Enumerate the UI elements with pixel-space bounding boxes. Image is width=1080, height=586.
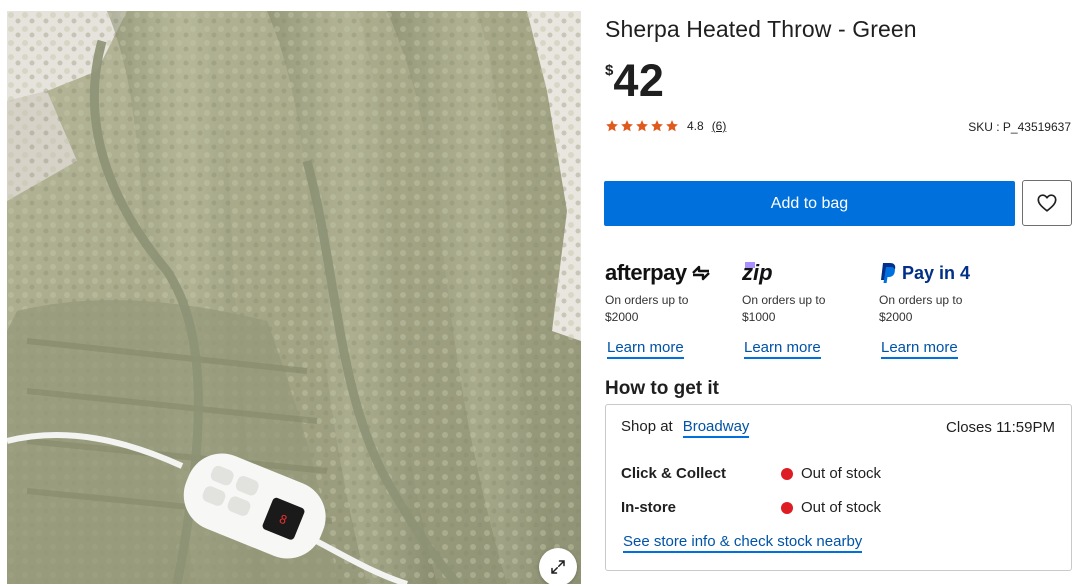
- currency-symbol: $: [605, 62, 614, 79]
- review-count-link[interactable]: (6): [712, 119, 727, 133]
- click-collect-row: Click & Collect Out of stock: [621, 465, 881, 482]
- shop-at-label: Shop at: [621, 418, 673, 435]
- heated-throw-photo: 8: [7, 11, 581, 584]
- product-price: $ 42: [605, 58, 664, 104]
- star-icon: [606, 120, 618, 132]
- fulfilment-panel: Shop at Broadway Closes 11:59PM Click & …: [605, 404, 1072, 571]
- product-title: Sherpa Heated Throw - Green: [605, 16, 917, 42]
- zip-accent-icon: [744, 262, 755, 268]
- zip-description: On orders up to $1000: [742, 293, 826, 324]
- zip-logo: zip: [742, 258, 872, 288]
- payment-option-paypal: Pay in 4 On orders up to $2000 Learn mor…: [879, 258, 1009, 359]
- store-info-link[interactable]: See store info & check stock nearby: [623, 533, 863, 553]
- rating-stars: [605, 119, 679, 133]
- price-amount: 42: [613, 55, 665, 106]
- heart-icon: [1037, 194, 1057, 212]
- in-store-status: Out of stock: [781, 499, 881, 516]
- store-closing-time: Closes 11:59PM: [946, 419, 1055, 436]
- shop-at: Shop at Broadway: [621, 418, 750, 438]
- add-to-bag-button[interactable]: Add to bag: [604, 181, 1015, 226]
- afterpay-learn-more-link[interactable]: Learn more: [607, 339, 684, 359]
- expand-image-button[interactable]: [539, 548, 577, 584]
- afterpay-logo: afterpay: [605, 258, 735, 288]
- in-store-label: In-store: [621, 499, 677, 516]
- afterpay-arrows-icon: [691, 265, 710, 281]
- zip-learn-more-link[interactable]: Learn more: [744, 339, 821, 359]
- star-icon: [651, 120, 663, 132]
- paypal-icon: [881, 263, 896, 283]
- store-name-link[interactable]: Broadway: [682, 418, 750, 438]
- product-image: 8: [7, 11, 581, 584]
- sku-label: SKU : P_43519637: [968, 120, 1071, 134]
- how-to-get-it-heading: How to get it: [605, 378, 719, 399]
- paypal-description: On orders up to $2000: [879, 293, 963, 324]
- afterpay-description: On orders up to $2000: [605, 293, 689, 324]
- wishlist-button[interactable]: [1022, 180, 1072, 226]
- in-store-row: In-store Out of stock: [621, 499, 881, 516]
- out-of-stock-dot-icon: [781, 467, 793, 480]
- out-of-stock-dot-icon: [781, 501, 793, 514]
- click-collect-status: Out of stock: [781, 465, 881, 482]
- payment-option-afterpay: afterpay On orders up to $2000 Learn mor…: [605, 258, 735, 359]
- click-collect-label: Click & Collect: [621, 465, 727, 482]
- paypal-learn-more-link[interactable]: Learn more: [881, 339, 958, 359]
- paypal-label: Pay in 4: [902, 262, 971, 283]
- product-rating: 4.8 (6): [605, 119, 726, 133]
- afterpay-wordmark: afterpay: [605, 260, 687, 285]
- expand-icon: [551, 560, 565, 574]
- star-icon: [666, 120, 678, 132]
- payment-option-zip: zip On orders up to $1000 Learn more: [742, 258, 872, 359]
- paypal-logo: Pay in 4: [879, 258, 1009, 288]
- star-icon: [636, 120, 648, 132]
- star-icon: [621, 120, 633, 132]
- rating-value: 4.8: [687, 119, 704, 133]
